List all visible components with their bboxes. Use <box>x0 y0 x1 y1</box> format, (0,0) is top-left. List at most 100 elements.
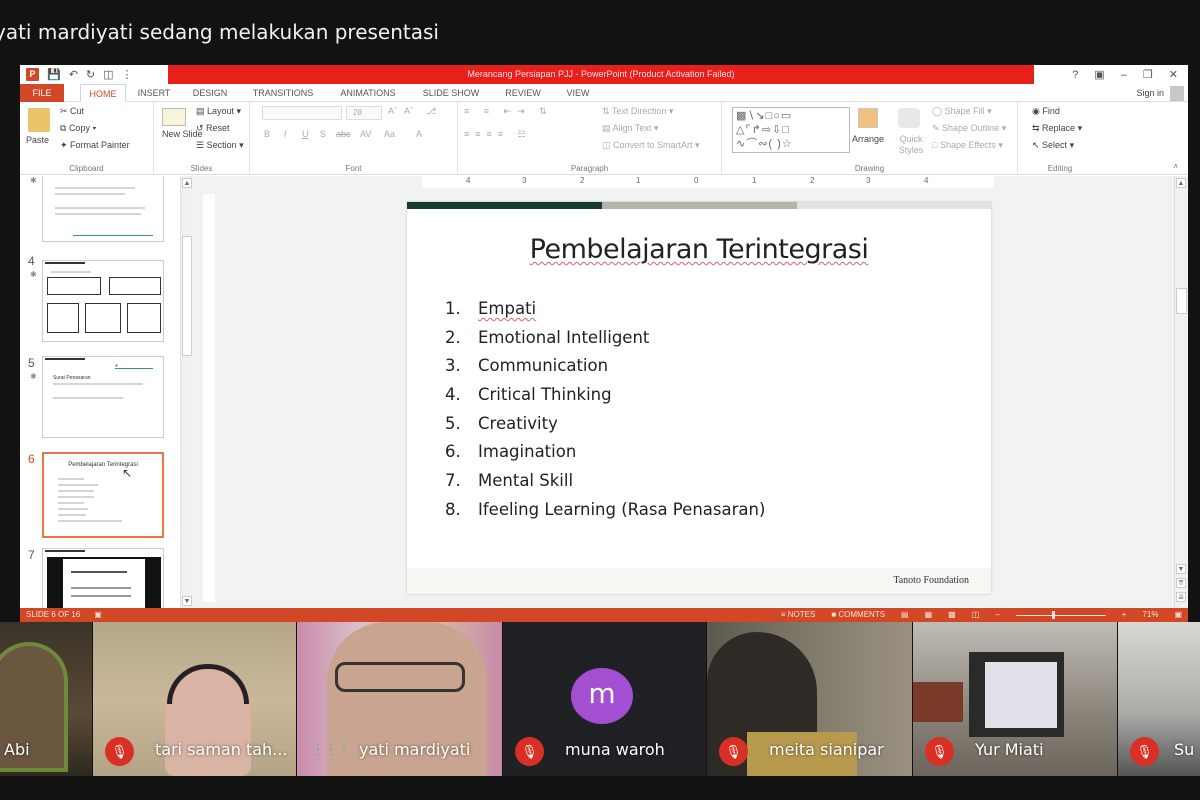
restore-icon[interactable]: ❐ <box>1143 68 1153 81</box>
start-slideshow-icon[interactable]: ◫ <box>103 68 113 81</box>
paste-button[interactable]: Paste <box>26 135 49 145</box>
copy-button[interactable]: ⧉ Copy ▾ <box>60 123 96 134</box>
clear-formatting-icon[interactable]: ⎇ <box>426 106 436 117</box>
scroll-down-arrow-icon[interactable]: ▼ <box>182 596 192 606</box>
close-icon[interactable]: ✕ <box>1169 68 1178 81</box>
previous-slide-icon[interactable]: ⇈ <box>1176 578 1186 588</box>
tab-file[interactable]: FILE <box>20 84 64 102</box>
normal-view-icon[interactable]: ▤ <box>901 608 909 622</box>
slide-thumbnail-4[interactable] <box>42 260 164 342</box>
decrease-font-size-icon[interactable]: Aˇ <box>404 106 413 116</box>
help-icon[interactable]: ? <box>1072 69 1078 81</box>
zoom-slider[interactable] <box>1015 608 1106 622</box>
undo-icon[interactable]: ↶ <box>69 68 78 81</box>
participant-tile[interactable]: 🎙 Yur Miati <box>913 622 1117 776</box>
alignment-buttons[interactable]: ≡≡≡≡ ☷ <box>464 129 532 140</box>
font-color-button[interactable]: A <box>416 129 422 139</box>
tab-animations[interactable]: ANIMATIONS <box>332 84 404 102</box>
underline-button[interactable]: U <box>302 129 309 139</box>
slide-numbered-list[interactable]: 1. Empati 2. Emotional Intelligent 3. Commu… <box>445 299 765 529</box>
text-direction-button[interactable]: ⇅ Text Direction ▾ <box>602 106 673 117</box>
next-slide-icon[interactable]: ⇊ <box>1176 592 1186 602</box>
comments-button[interactable]: ■ COMMENTS <box>831 608 885 622</box>
scroll-up-arrow-icon[interactable]: ▲ <box>1176 178 1186 188</box>
tab-slide-show[interactable]: SLIDE SHOW <box>416 84 486 102</box>
tab-review[interactable]: REVIEW <box>498 84 548 102</box>
redo-icon[interactable]: ↻ <box>86 68 95 81</box>
reset-button[interactable]: ↺ Reset <box>196 123 230 134</box>
change-case-button[interactable]: Aa <box>384 129 395 139</box>
scroll-down-arrow-icon[interactable]: ▼ <box>1176 564 1186 574</box>
user-avatar-icon[interactable] <box>1170 85 1184 101</box>
bold-button[interactable]: B <box>264 129 270 139</box>
select-button[interactable]: ↖ Select ▾ <box>1032 140 1074 151</box>
shape-outline-button[interactable]: ✎ Shape Outline ▾ <box>932 123 1006 134</box>
tab-view[interactable]: VIEW <box>558 84 598 102</box>
character-spacing-button[interactable]: AV <box>360 129 371 139</box>
sign-in-link[interactable]: Sign in <box>1136 88 1164 98</box>
customize-qat-icon[interactable]: ⋮ <box>122 68 133 81</box>
participant-tile[interactable]: 🎙 Su <box>1118 622 1200 776</box>
zoom-in-icon[interactable]: + <box>1122 608 1127 622</box>
shape-fill-button[interactable]: ◯ Shape Fill ▾ <box>932 106 992 117</box>
participant-tile[interactable]: Abi <box>0 622 92 776</box>
scroll-up-arrow-icon[interactable]: ▲ <box>182 178 192 188</box>
current-slide[interactable]: Pembelajaran Terintegrasi 1. Empati 2. Emo… <box>407 202 991 594</box>
participant-tile-presenter[interactable]: ⋮⋮⋮ yati mardiyati <box>297 622 502 776</box>
quick-styles-icon[interactable] <box>898 108 920 128</box>
spell-check-icon[interactable]: ▣ <box>94 608 102 622</box>
format-painter-button[interactable]: ✦ Format Painter <box>60 140 130 151</box>
paste-icon[interactable] <box>28 108 50 132</box>
tab-home[interactable]: HOME <box>80 84 126 102</box>
notes-button[interactable]: ≡ NOTES <box>781 608 815 622</box>
slide-sorter-icon[interactable]: ▦ <box>925 608 933 622</box>
zoom-slider-knob[interactable] <box>1051 611 1055 619</box>
tab-insert[interactable]: INSERT <box>132 84 176 102</box>
shape-effects-button[interactable]: □ Shape Effects ▾ <box>932 140 1003 151</box>
convert-smartart-button[interactable]: ◫ Convert to SmartArt ▾ <box>602 140 700 151</box>
list-buttons[interactable]: ≡ ≡ ⇤⇥ ⇅ <box>464 106 553 117</box>
align-text-button[interactable]: ▤ Align Text ▾ <box>602 123 658 134</box>
participant-tile[interactable]: 🎙 tari saman tah... <box>93 622 296 776</box>
zoom-out-icon[interactable]: – <box>995 608 999 622</box>
replace-button[interactable]: ⇆ Replace ▾ <box>1032 123 1082 134</box>
italic-button[interactable]: I <box>284 129 287 139</box>
ribbon-display-options-icon[interactable]: ▣ <box>1094 68 1104 81</box>
shapes-gallery[interactable]: ▩∖↘□○▭ △⌜↱⇨⇩□ ∿⌒∾( )☆ <box>732 107 850 153</box>
cut-button[interactable]: ✂ Cut <box>60 106 84 117</box>
section-button[interactable]: ☰ Section ▾ <box>196 140 244 151</box>
slide-thumbnail-7[interactable] <box>42 548 164 608</box>
slideshow-view-icon[interactable]: ◫ <box>972 608 980 622</box>
vertical-ruler <box>203 194 215 602</box>
minimize-icon[interactable]: – <box>1121 69 1127 81</box>
participant-tile[interactable]: 🎙 meita sianipar <box>707 622 912 776</box>
zoom-percent[interactable]: 71% <box>1142 608 1158 622</box>
participant-tile[interactable]: m 🎙 muna waroh <box>503 622 706 776</box>
thumbnails-scroll-knob[interactable] <box>182 236 192 356</box>
fit-to-window-icon[interactable]: ▣ <box>1174 608 1182 622</box>
arrange-icon[interactable] <box>858 108 878 128</box>
font-size-select[interactable]: 28 <box>346 106 382 120</box>
shadow-button[interactable]: S <box>320 129 326 139</box>
find-button[interactable]: ◉ Find <box>1032 106 1060 117</box>
editor-scroll-knob[interactable] <box>1176 288 1187 314</box>
editor-scrollbar[interactable]: ▲ ▼ ⇈ ⇊ <box>1174 176 1188 608</box>
quick-styles-button[interactable]: Quick Styles <box>894 134 928 156</box>
reading-view-icon[interactable]: ▩ <box>948 608 956 622</box>
slide-thumbnail-5[interactable]: ● Surat Penasaran <box>42 356 164 438</box>
increase-font-size-icon[interactable]: Aˆ <box>388 106 397 116</box>
layout-button[interactable]: ▤ Layout ▾ <box>196 106 241 117</box>
slide-title[interactable]: Pembelajaran Terintegrasi <box>407 234 991 265</box>
sign-in[interactable]: Sign in <box>1136 84 1188 102</box>
slide-thumbnail-3[interactable] <box>42 176 164 242</box>
thumbnails-scrollbar[interactable]: ▲ ▼ <box>180 176 192 608</box>
tab-transitions[interactable]: TRANSITIONS <box>246 84 320 102</box>
tab-design[interactable]: DESIGN <box>186 84 234 102</box>
collapse-ribbon-icon[interactable]: ˄ <box>1173 162 1178 171</box>
font-name-select[interactable] <box>262 106 342 120</box>
slide-thumbnail-6-active[interactable]: Pembelajaran Terintegrasi ↖ <box>42 452 164 538</box>
arrange-button[interactable]: Arrange <box>852 134 884 144</box>
strikethrough-button[interactable]: abc <box>336 129 351 139</box>
new-slide-icon[interactable] <box>162 108 186 126</box>
save-icon[interactable]: 💾 <box>47 68 61 81</box>
